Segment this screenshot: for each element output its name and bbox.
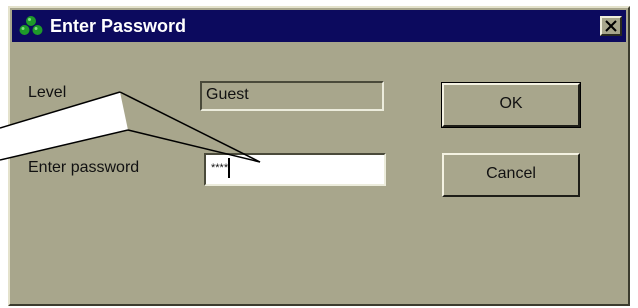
callout-pointer [0, 91, 261, 163]
